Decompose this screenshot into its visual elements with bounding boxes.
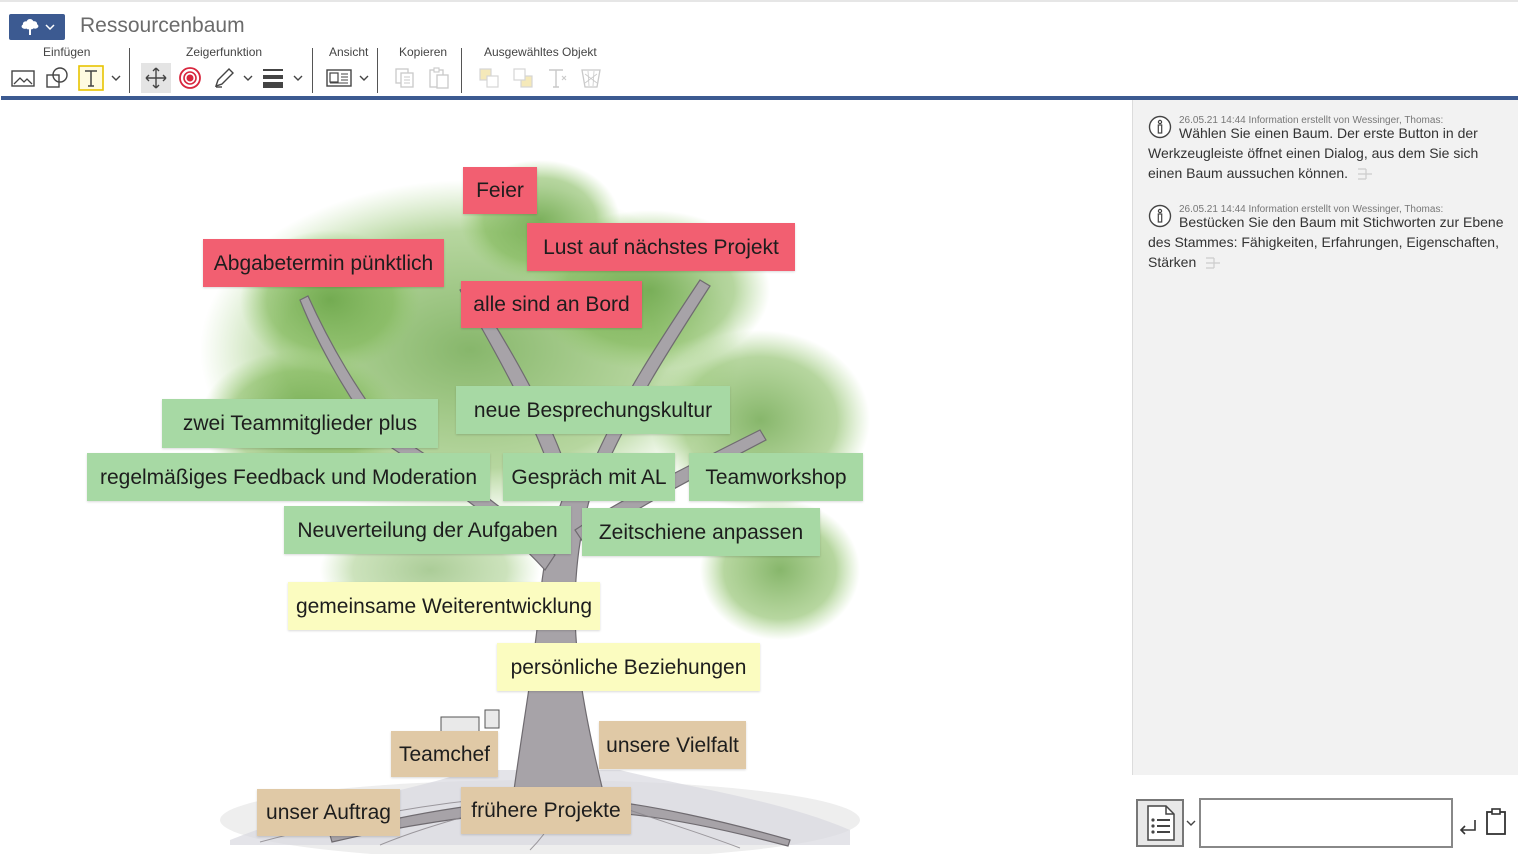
line-width-icon bbox=[263, 69, 283, 88]
comment-item: 26.05.21 14:44 Information erstellt von … bbox=[1148, 204, 1513, 272]
comment-input[interactable] bbox=[1199, 798, 1453, 848]
delete-object-button[interactable] bbox=[576, 63, 606, 93]
toolbar: Ressourcenbaum Einfügen Zeigerfunktion A… bbox=[0, 0, 1518, 97]
tree-menu-button[interactable] bbox=[9, 14, 65, 40]
send-to-back-button[interactable] bbox=[508, 63, 538, 93]
paste-button[interactable] bbox=[424, 63, 454, 93]
comment-text: Bestücken Sie den Baum mit Stichworten z… bbox=[1148, 214, 1504, 270]
comment-input-bar bbox=[1132, 775, 1518, 854]
tree-icon bbox=[21, 19, 39, 35]
clipboard-icon[interactable] bbox=[1485, 808, 1507, 836]
insert-text-button[interactable] bbox=[76, 63, 106, 93]
send-back-icon bbox=[513, 68, 533, 88]
comment-meta: 26.05.21 14:44 Information erstellt von … bbox=[1179, 204, 1444, 215]
note[interactable]: Neuverteilung der Aufgaben bbox=[284, 506, 571, 554]
line-width-button[interactable] bbox=[258, 63, 288, 93]
group-label-ausgewaehltes-objekt: Ausgewähltes Objekt bbox=[484, 45, 597, 59]
copy-icon bbox=[395, 68, 414, 88]
note[interactable]: Feier bbox=[463, 167, 537, 214]
move-arrows-icon bbox=[145, 67, 167, 89]
pen-tool-dropdown[interactable] bbox=[242, 72, 254, 84]
shapes-icon bbox=[46, 67, 68, 88]
toolbar-divider bbox=[312, 48, 313, 93]
insert-text-dropdown[interactable] bbox=[110, 72, 122, 84]
group-label-zeigerfunktion: Zeigerfunktion bbox=[186, 45, 263, 59]
view-button[interactable] bbox=[324, 63, 354, 93]
text-icon bbox=[78, 65, 104, 91]
page-title: Ressourcenbaum bbox=[80, 14, 245, 37]
enter-icon[interactable] bbox=[1457, 817, 1479, 839]
note[interactable]: Teamchef bbox=[391, 731, 498, 777]
move-tool-button[interactable] bbox=[141, 63, 171, 93]
chevron-down-icon bbox=[243, 75, 253, 81]
canvas[interactable]: Feier Lust auf nächstes Projekt Abgabete… bbox=[0, 100, 1132, 854]
comment-type-button[interactable] bbox=[1136, 799, 1184, 847]
edit-text-button[interactable] bbox=[542, 63, 572, 93]
pen-icon bbox=[214, 68, 234, 88]
document-list-icon bbox=[1147, 805, 1175, 841]
info-icon bbox=[1148, 204, 1172, 228]
insert-shape-button[interactable] bbox=[42, 63, 72, 93]
note[interactable]: zwei Teammitglieder plus bbox=[162, 399, 438, 448]
note[interactable]: frühere Projekte bbox=[461, 787, 631, 834]
chevron-down-icon bbox=[45, 24, 55, 30]
note[interactable]: neue Besprechungskultur bbox=[456, 386, 730, 434]
view-dropdown[interactable] bbox=[358, 72, 370, 84]
reply-icon[interactable] bbox=[1356, 167, 1374, 181]
pen-tool-button[interactable] bbox=[209, 63, 239, 93]
comment-item: 26.05.21 14:44 Information erstellt von … bbox=[1148, 115, 1513, 183]
text-format-icon bbox=[549, 69, 567, 88]
copy-button[interactable] bbox=[390, 63, 420, 93]
note[interactable]: regelmäßiges Feedback und Moderation bbox=[87, 453, 490, 501]
note[interactable]: Gespräch mit AL bbox=[503, 453, 675, 501]
note[interactable]: Teamworkshop bbox=[689, 453, 863, 501]
group-label-kopieren: Kopieren bbox=[399, 45, 448, 59]
paste-icon bbox=[429, 67, 449, 89]
bring-front-icon bbox=[479, 68, 499, 88]
comments-panel: 26.05.21 14:44 Information erstellt von … bbox=[1132, 100, 1518, 775]
chevron-down-icon[interactable] bbox=[1185, 817, 1197, 829]
image-icon bbox=[11, 70, 35, 87]
comment-meta: 26.05.21 14:44 Information erstellt von … bbox=[1179, 115, 1444, 126]
group-label-einfuegen: Einfügen bbox=[43, 45, 91, 59]
chevron-down-icon bbox=[111, 75, 121, 81]
group-label-ansicht: Ansicht bbox=[329, 45, 369, 59]
note[interactable]: Abgabetermin pünktlich bbox=[203, 239, 444, 287]
note[interactable]: unsere Vielfalt bbox=[599, 721, 746, 769]
trash-icon bbox=[581, 69, 601, 88]
view-layout-icon bbox=[326, 69, 352, 87]
toolbar-divider bbox=[129, 48, 130, 93]
toolbar-divider bbox=[377, 48, 378, 93]
insert-image-button[interactable] bbox=[8, 63, 38, 93]
target-tool-button[interactable] bbox=[175, 63, 205, 93]
app-window: Ressourcenbaum Einfügen Zeigerfunktion A… bbox=[0, 0, 1518, 854]
note[interactable]: persönliche Beziehungen bbox=[497, 643, 760, 691]
chevron-down-icon bbox=[293, 75, 303, 81]
line-width-dropdown[interactable] bbox=[292, 72, 304, 84]
toolbar-divider bbox=[461, 48, 462, 93]
reply-icon[interactable] bbox=[1204, 256, 1222, 270]
note[interactable]: alle sind an Bord bbox=[461, 281, 642, 328]
comment-text: Wählen Sie einen Baum. Der erste Button … bbox=[1148, 125, 1479, 181]
info-icon bbox=[1148, 115, 1172, 139]
note[interactable]: gemeinsame Weiterentwicklung bbox=[288, 582, 600, 630]
note[interactable]: Lust auf nächstes Projekt bbox=[527, 223, 795, 271]
note[interactable]: Zeitschiene anpassen bbox=[582, 508, 820, 556]
chevron-down-icon bbox=[359, 75, 369, 81]
target-icon bbox=[179, 67, 201, 89]
note[interactable]: unser Auftrag bbox=[257, 789, 400, 836]
bring-to-front-button[interactable] bbox=[474, 63, 504, 93]
